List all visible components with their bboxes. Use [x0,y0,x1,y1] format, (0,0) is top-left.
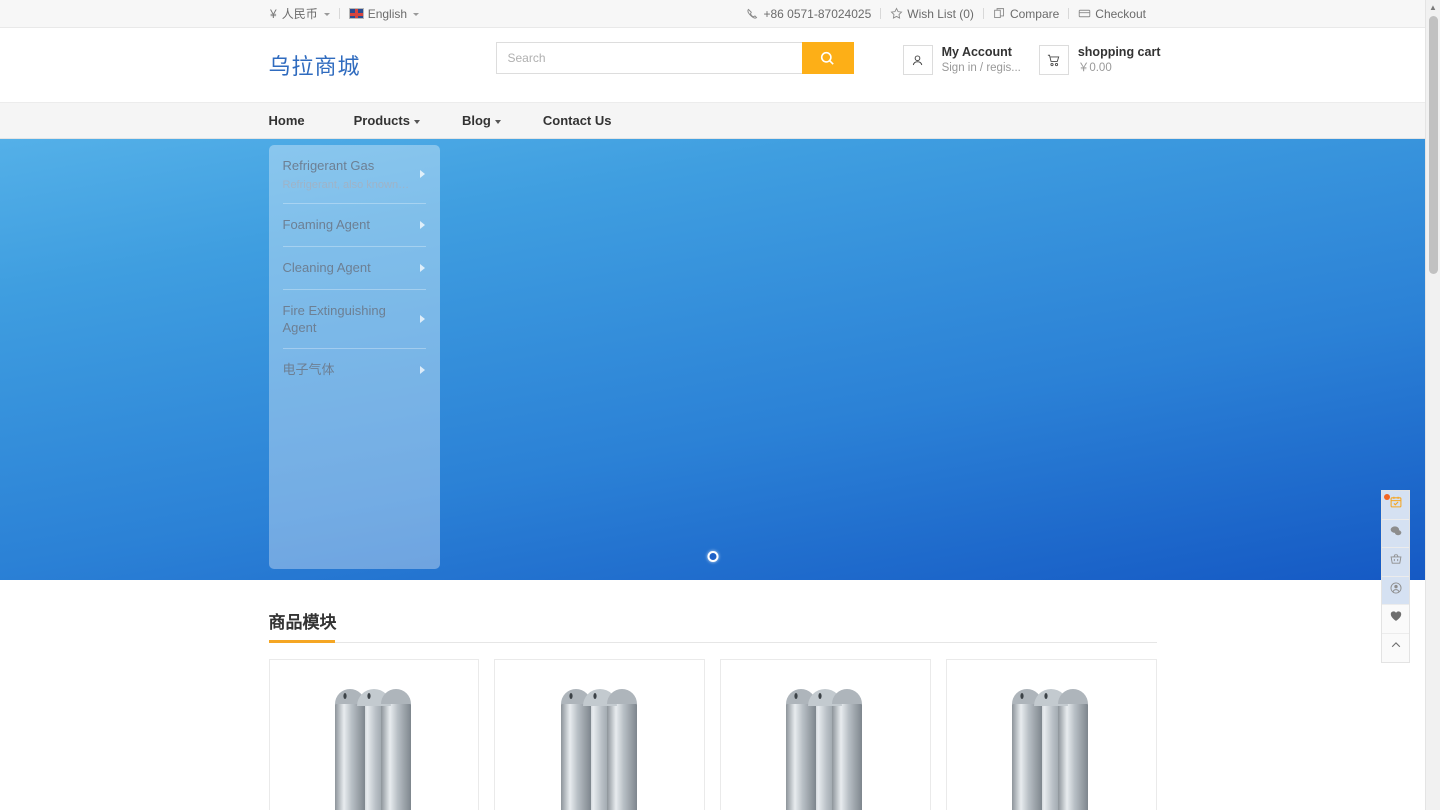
search-bar [495,42,854,74]
floating-side-toolbar [1381,490,1410,663]
checklist-icon [1389,495,1403,514]
search-input[interactable] [495,42,802,74]
category-title: 电子气体 [282,362,335,378]
heart-icon [1389,609,1403,628]
chevron-right-icon [419,169,425,178]
currency-label: 人民币 [281,7,318,21]
gas-cylinder-image [1012,689,1089,810]
star-icon [890,7,903,20]
category-menu-panel: Refrigerant Gas Refrigerant, also known … [268,145,440,569]
carousel-indicators [707,551,718,562]
my-account-block[interactable]: My Account Sign in / regis... [902,45,1021,75]
user-icon [902,45,933,75]
floatbar-basket-button[interactable] [1382,548,1409,577]
page-root: ¥ 人民币 English +86 0571-87024025 Wish Lis… [0,0,1440,810]
chevron-right-icon [419,220,425,229]
phone-info: +86 0571-87024025 [746,0,880,27]
section-title: 商品模块 [268,613,337,633]
category-title: Foaming Agent [282,216,370,232]
account-subtitle: Sign in / regis... [941,61,1021,74]
browser-viewport: ¥ 人民币 English +86 0571-87024025 Wish Lis… [0,0,1425,810]
floatbar-chat-button[interactable] [1382,519,1409,548]
product-module-section: 商品模块 [268,580,1157,810]
category-item-foaming-agent[interactable]: Foaming Agent [282,204,426,247]
language-label: English [367,6,408,21]
nav-label: Blog [461,113,491,128]
chevron-down-icon [323,12,330,16]
chevron-up-icon [1389,638,1403,657]
compare-icon [993,7,1006,20]
gas-cylinder-image [334,689,411,810]
checkout-icon [1078,7,1091,20]
category-title: Refrigerant Gas [282,158,375,173]
main-navigation: Home Products Blog Contact Us [0,102,1425,139]
category-item-cleaning-agent[interactable]: Cleaning Agent [282,247,426,290]
nav-item-contact-us[interactable]: Contact Us [522,103,633,138]
flag-icon [348,8,364,19]
floatbar-user-button[interactable] [1382,576,1409,605]
section-underline [268,640,335,643]
floatbar-checklist-button[interactable] [1382,491,1409,520]
chat-icon [1389,524,1403,543]
chevron-down-icon [494,119,501,124]
category-title: Cleaning Agent [282,259,371,275]
category-item-refrigerant-gas[interactable]: Refrigerant Gas Refrigerant, also known … [282,145,426,204]
phone-number: +86 0571-87024025 [763,6,872,21]
product-card-4[interactable] [945,659,1157,810]
gas-cylinder-image [560,689,637,810]
category-subtitle: Refrigerant, also known as... [282,178,422,191]
notification-badge [1384,494,1390,500]
product-card-3[interactable] [720,659,931,810]
account-title: My Account [941,45,1012,59]
currency-symbol: ¥ [270,6,277,21]
wishlist-link[interactable]: Wish List (0) [881,0,983,27]
compare-label: Compare [1009,6,1060,21]
nav-label: Home [268,113,305,128]
compare-link[interactable]: Compare [984,0,1068,27]
product-card-2[interactable] [494,659,705,810]
shopping-cart-block[interactable]: shopping cart ￥0.00 [1038,45,1161,75]
product-card-1[interactable] [268,659,480,810]
chevron-right-icon [419,263,425,272]
checkout-link[interactable]: Checkout [1069,0,1155,27]
site-logo[interactable]: 乌拉商城 [269,49,361,81]
currency-selector[interactable]: ¥ 人民币 [270,0,339,27]
search-button[interactable] [801,42,854,74]
chevron-down-icon [413,12,420,16]
nav-label: Contact Us [542,113,612,128]
scrollbar-thumb[interactable] [1429,16,1438,274]
chevron-right-icon [419,366,425,375]
cart-icon [1038,45,1069,75]
chevron-down-icon [413,119,420,124]
floatbar-back-to-top-button[interactable] [1382,634,1409,663]
vertical-scrollbar[interactable]: ▲ [1425,0,1440,810]
wishlist-label: Wish List (0) [907,6,974,21]
category-title: Fire Extinguishing Agent [282,302,386,335]
product-grid [268,659,1157,810]
nav-label: Products [353,113,410,128]
phone-icon [746,7,759,20]
user-icon [1389,581,1403,600]
basket-icon [1389,552,1403,571]
cart-title: shopping cart [1077,45,1161,59]
chevron-right-icon [419,315,425,324]
checkout-label: Checkout [1095,6,1146,21]
language-selector[interactable]: English [340,0,428,27]
nav-item-products[interactable]: Products [333,103,441,138]
scroll-up-arrow[interactable]: ▲ [1426,0,1440,15]
nav-item-home[interactable]: Home [269,103,333,138]
utility-topbar: ¥ 人民币 English +86 0571-87024025 Wish Lis… [0,0,1425,28]
category-item-fire-extinguishing-agent[interactable]: Fire Extinguishing Agent [282,290,426,350]
gas-cylinder-image [786,689,863,810]
site-header: 乌拉商城 My Account [0,28,1425,102]
category-item-electronic-gas[interactable]: 电子气体 [283,349,426,391]
carousel-dot-1[interactable] [707,551,718,562]
cart-total: ￥0.00 [1077,61,1112,74]
section-header: 商品模块 [268,608,1157,643]
hero-banner-carousel[interactable]: Refrigerant Gas Refrigerant, also known … [0,139,1425,580]
nav-item-blog[interactable]: Blog [441,103,522,138]
floatbar-wishlist-button[interactable] [1382,605,1409,634]
